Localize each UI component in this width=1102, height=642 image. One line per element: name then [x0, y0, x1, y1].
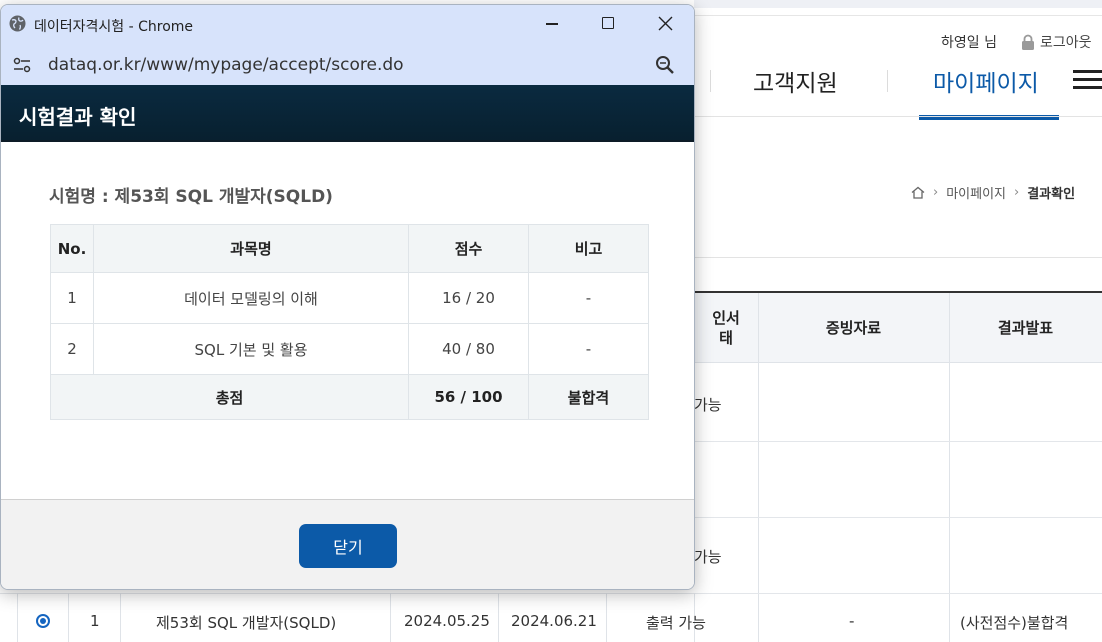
chevron-right-icon: › [933, 185, 939, 200]
row-number: 1 [90, 612, 100, 630]
url-text[interactable]: dataq.or.kr/www/mypage/accept/score.do [48, 55, 404, 75]
table-cell-cert-status: 가능 [694, 396, 722, 414]
table-row: 1 데이터 모델링의 이해 16 / 20 - [50, 272, 649, 324]
table-column-divider [498, 593, 499, 642]
table-column-divider [390, 593, 391, 642]
row-subject: SQL 기본 및 활용 [93, 323, 409, 375]
site-settings-icon[interactable] [12, 57, 32, 73]
address-bar: dataq.or.kr/www/mypage/accept/score.do [1, 43, 694, 85]
chevron-right-icon: › [1014, 185, 1020, 200]
row-evidence: - [849, 612, 855, 630]
header-subject: 과목명 [93, 224, 409, 273]
globe-icon [9, 15, 26, 32]
logout-label: 로그아웃 [1040, 35, 1092, 51]
popup-window: 데이터자격시험 - Chrome dataq.or.kr/www/mypage/… [0, 4, 695, 590]
header-note: 비고 [528, 224, 649, 273]
table-row: 2 SQL 기본 및 활용 40 / 80 - [50, 323, 649, 375]
breadcrumb-item-result: 결과확인 [1027, 187, 1076, 202]
window-title: 데이터자격시험 - Chrome [34, 19, 194, 35]
row-note: - [528, 272, 649, 324]
nav-customer-support[interactable]: 고객지원 [753, 64, 838, 98]
table-row-divider [0, 593, 1102, 594]
total-result: 불합격 [528, 374, 649, 420]
row-score: 40 / 80 [408, 323, 529, 375]
lock-icon [1022, 34, 1034, 50]
row-score: 16 / 20 [408, 272, 529, 324]
popup-header: 시험결과 확인 [1, 85, 694, 142]
score-table: No. 과목명 점수 비고 1 데이터 모델링의 이해 16 / 20 - 2 … [50, 224, 649, 420]
nav-my-page[interactable]: 마이페이지 [933, 64, 1039, 98]
logout-link[interactable]: 로그아웃 [1021, 32, 1092, 52]
popup-title: 시험결과 확인 [19, 105, 137, 129]
breadcrumb: › 마이페이지 › 결과확인 [911, 183, 1075, 202]
table-column-divider [758, 293, 759, 642]
section-divider [694, 257, 1102, 258]
breadcrumb-item-mypage[interactable]: 마이페이지 [946, 183, 1006, 202]
table-header-cert-status: 인서 태 [694, 293, 758, 363]
table-total-row: 총점 56 / 100 불합격 [50, 374, 649, 420]
table-column-divider [68, 593, 69, 642]
row-select-radio[interactable] [36, 614, 50, 628]
minimize-icon[interactable] [546, 23, 558, 25]
row-announce-date: 2024.06.21 [511, 612, 597, 630]
row-result[interactable]: (사전점수)불합격 [960, 612, 1068, 633]
hamburger-menu-icon[interactable] [1073, 70, 1102, 90]
row-no: 2 [50, 323, 94, 375]
close-button[interactable]: 닫기 [299, 524, 397, 568]
table-header-result: 결과발표 [949, 293, 1102, 363]
top-divider [694, 15, 1102, 16]
maximize-icon[interactable] [602, 17, 614, 29]
table-cell-cert-status: 가능 [694, 548, 722, 566]
table-row-left-border [17, 593, 18, 642]
table-header-row: No. 과목명 점수 비고 [50, 224, 649, 273]
row-no: 1 [50, 272, 94, 324]
window-close-icon[interactable] [658, 16, 673, 31]
top-strip [694, 0, 1102, 8]
window-titlebar[interactable]: 데이터자격시험 - Chrome [1, 5, 694, 43]
row-note: - [528, 323, 649, 375]
header-no: No. [50, 224, 94, 273]
nav-divider [710, 70, 711, 92]
table-column-divider [120, 593, 121, 642]
total-score: 56 / 100 [408, 374, 529, 420]
home-icon[interactable] [911, 186, 925, 199]
header-divider [694, 116, 1102, 117]
row-exam-date: 2024.05.25 [404, 612, 490, 630]
nav-divider [887, 70, 888, 92]
total-label: 총점 [50, 374, 409, 420]
user-greeting: 하영일 님 [941, 35, 997, 51]
popup-footer: 닫기 [1, 499, 694, 589]
row-subject: 데이터 모델링의 이해 [93, 272, 409, 324]
table-column-divider [606, 593, 607, 642]
row-exam-name: 제53회 SQL 개발자(SQLD) [156, 614, 337, 632]
row-cert-status[interactable]: 출력 가능 [646, 612, 706, 633]
table-header-evidence: 증빙자료 [758, 293, 949, 363]
zoom-icon[interactable] [655, 55, 675, 75]
table-column-divider [949, 293, 950, 642]
header-score: 점수 [408, 224, 529, 273]
exam-name: 시험명 : 제53회 SQL 개발자(SQLD) [49, 187, 333, 207]
